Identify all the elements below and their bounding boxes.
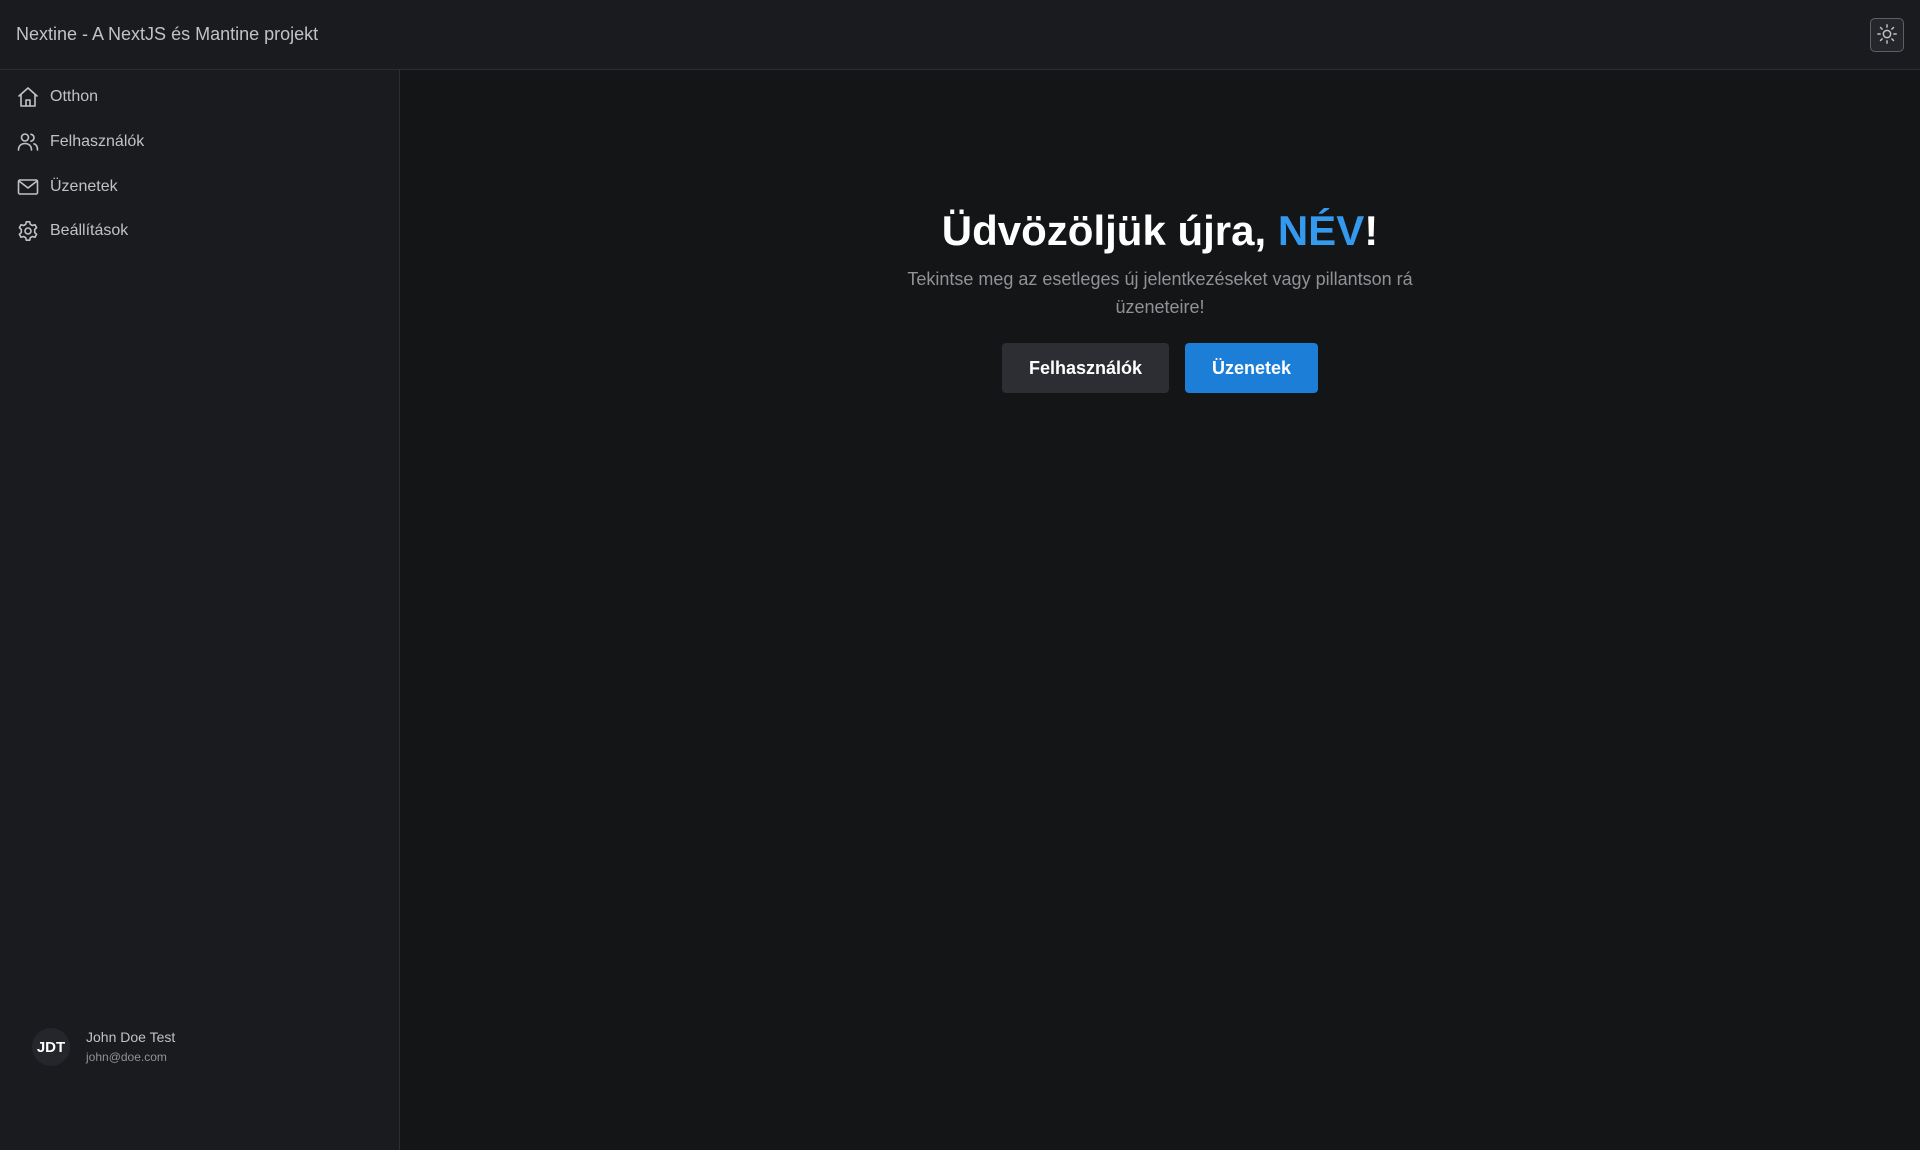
app-header: Nextine - A NextJS és Mantine projekt	[0, 0, 1920, 70]
messages-button[interactable]: Üzenetek	[1185, 343, 1319, 393]
users-button[interactable]: Felhasználók	[1001, 343, 1169, 393]
welcome-title-prefix: Üdvözöljük újra,	[941, 207, 1278, 254]
sidebar-item-label: Felhasználók	[50, 133, 145, 150]
app-title: Nextine - A NextJS és Mantine projekt	[16, 24, 319, 44]
user-email: john@doe.com	[86, 1050, 167, 1064]
sidebar: Otthon Felhasználók Üzenetek Beállítások…	[0, 70, 400, 1150]
welcome-title-suffix: !	[1364, 207, 1379, 254]
sidebar-item-label: Üzenetek	[50, 178, 118, 195]
sidebar-item-messages[interactable]: Üzenetek	[16, 173, 118, 201]
welcome-title: Üdvözöljük újra, NÉV!	[400, 205, 1920, 257]
users-icon	[16, 130, 40, 154]
welcome-title-name: NÉV	[1277, 207, 1365, 254]
sidebar-item-label: Otthon	[50, 88, 99, 105]
welcome-hero: Üdvözöljük újra, NÉV! Tekintse meg az es…	[400, 205, 1920, 393]
home-icon	[16, 85, 40, 109]
user-profile[interactable]: JDT John Doe Test john@doe.com	[32, 1024, 175, 1070]
sidebar-item-settings[interactable]: Beállítások	[16, 217, 128, 245]
mail-icon	[16, 175, 40, 199]
sun-icon	[1876, 23, 1898, 48]
theme-toggle-button[interactable]	[1870, 18, 1904, 52]
main-content: Üdvözöljük újra, NÉV! Tekintse meg az es…	[400, 70, 1920, 1150]
user-info: John Doe Test john@doe.com	[86, 1028, 175, 1066]
sidebar-item-users[interactable]: Felhasználók	[16, 128, 144, 156]
sidebar-item-home[interactable]: Otthon	[16, 83, 98, 111]
gear-icon	[16, 219, 40, 243]
user-name: John Doe Test	[86, 1029, 176, 1045]
hero-button-group: Felhasználók Üzenetek	[400, 343, 1920, 393]
sidebar-item-label: Beállítások	[50, 222, 129, 239]
avatar: JDT	[32, 1028, 70, 1066]
welcome-subtitle: Tekintse meg az esetleges új jelentkezés…	[907, 269, 1413, 317]
